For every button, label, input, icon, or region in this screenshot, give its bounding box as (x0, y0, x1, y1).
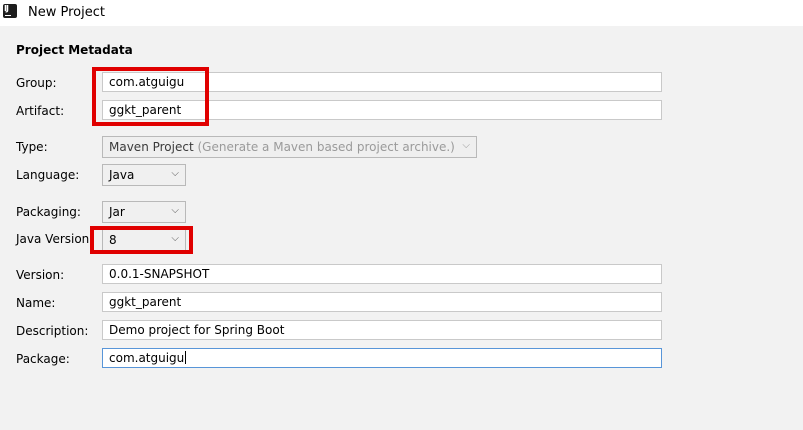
description-value: Demo project for Spring Boot (109, 323, 285, 337)
chevron-down-icon: ⌵ (171, 168, 179, 179)
type-label: Type: (16, 140, 48, 154)
package-label: Package: (16, 352, 70, 366)
language-dropdown[interactable]: Java ⌵ (102, 164, 186, 186)
text-caret (185, 351, 187, 364)
version-field[interactable]: 0.0.1-SNAPSHOT (102, 264, 662, 284)
type-hint: (Generate a Maven based project archive.… (197, 140, 455, 154)
title-bar: IJ New Project (0, 0, 803, 26)
name-value: ggkt_parent (109, 295, 182, 309)
version-value: 0.0.1-SNAPSHOT (109, 267, 210, 281)
name-field[interactable]: ggkt_parent (102, 292, 662, 312)
package-value: com.atguigu (109, 351, 185, 365)
window-title: New Project (28, 5, 105, 20)
name-label: Name: (16, 296, 56, 310)
packaging-label: Packaging: (16, 205, 81, 219)
type-value: Maven Project (109, 140, 194, 154)
section-title: Project Metadata (16, 43, 133, 57)
java-version-highlight-box (90, 226, 193, 254)
java-version-label: Java Version (16, 232, 90, 246)
language-value: Java (109, 168, 135, 182)
group-label: Group: (16, 76, 57, 90)
packaging-dropdown[interactable]: Jar ⌵ (102, 201, 186, 223)
type-dropdown[interactable]: Maven Project (Generate a Maven based pr… (102, 136, 477, 158)
language-label: Language: (16, 168, 80, 182)
group-artifact-highlight-box (92, 67, 209, 126)
packaging-value: Jar (109, 205, 125, 219)
version-label: Version: (16, 268, 65, 282)
description-label: Description: (16, 324, 89, 338)
description-field[interactable]: Demo project for Spring Boot (102, 320, 662, 340)
chevron-down-icon: ⌵ (462, 140, 470, 151)
artifact-label: Artifact: (16, 104, 65, 118)
chevron-down-icon: ⌵ (171, 205, 179, 216)
intellij-idea-icon: IJ (3, 4, 17, 18)
package-field[interactable]: com.atguigu (102, 348, 662, 368)
